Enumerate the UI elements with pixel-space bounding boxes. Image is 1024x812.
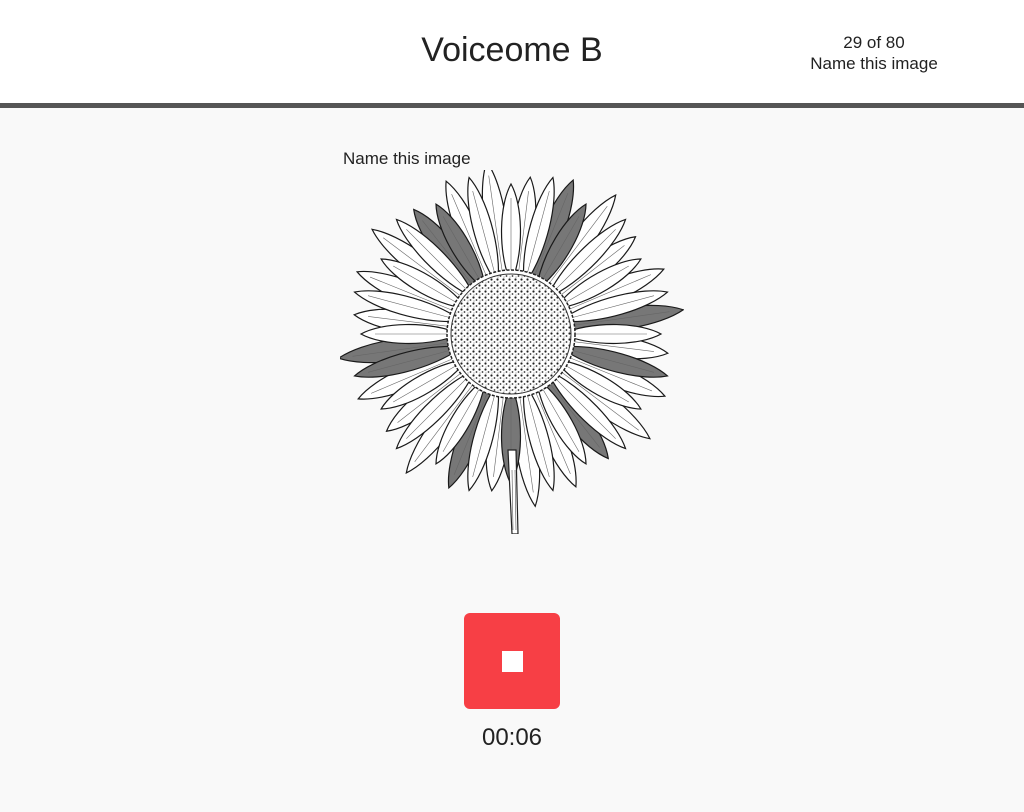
sunflower-drawing-icon xyxy=(340,170,684,534)
task-prompt: Name this image xyxy=(343,149,471,168)
app-header: Voiceome B 29 of 80 Name this image xyxy=(0,0,1024,108)
flower-seed-head xyxy=(450,273,572,395)
current-task-name: Name this image xyxy=(810,54,938,73)
recording-timer: 00:06 xyxy=(481,724,543,751)
stop-recording-button[interactable] xyxy=(464,613,560,709)
task-progress: 29 of 80 Name this image xyxy=(794,32,954,74)
progress-counter: 29 of 80 xyxy=(843,33,905,52)
stop-icon xyxy=(502,651,523,672)
task-area: Name this image 00:06 xyxy=(0,108,1024,812)
